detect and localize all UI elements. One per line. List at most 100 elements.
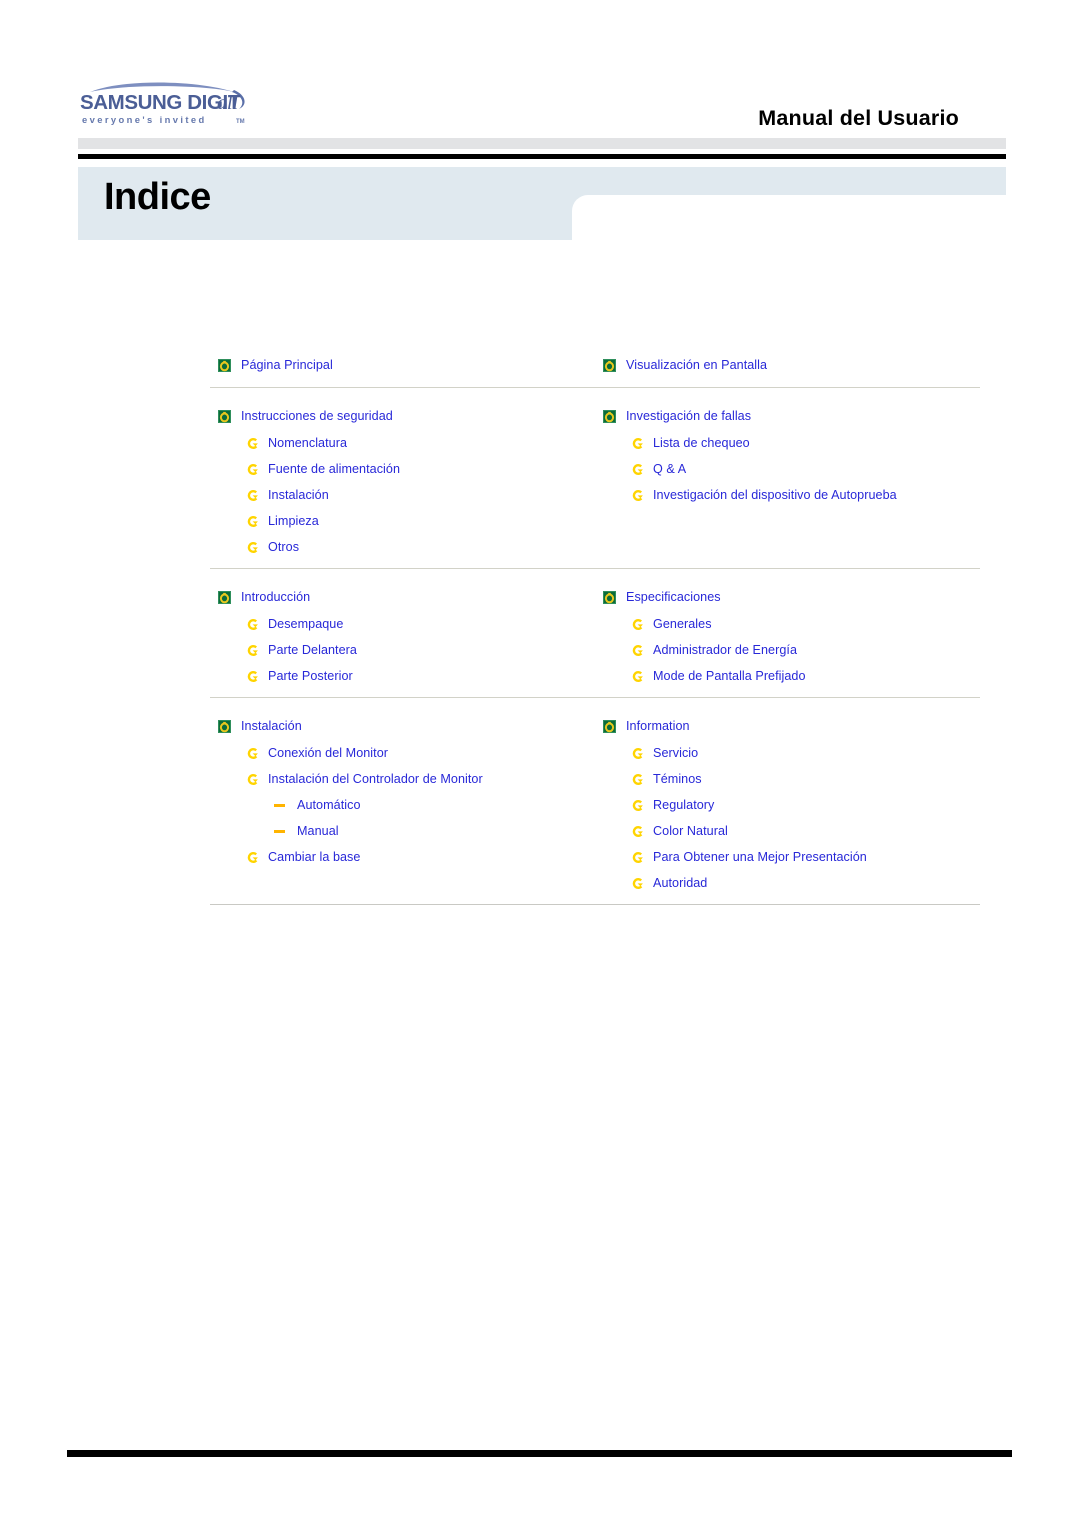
index-item-link[interactable]: Regulatory (595, 792, 980, 818)
index-item-link[interactable]: Téminos (595, 766, 980, 792)
gold-arrow-circle-icon (632, 437, 643, 449)
index-section-label: Information (626, 719, 690, 733)
index-item-label: Parte Posterior (268, 669, 353, 683)
index-column-right: Especificaciones Generales Administrador d… (595, 584, 980, 689)
gold-arrow-circle-icon (247, 541, 258, 553)
index-item-label: Manual (297, 824, 339, 838)
index-item-label: Administrador de Energía (653, 643, 798, 657)
gold-arrow-circle-icon (247, 618, 258, 630)
index-item-link[interactable]: Para Obtener una Mejor Presentación (595, 844, 980, 870)
index-section-label: Investigación de fallas (626, 409, 752, 423)
index-item-link[interactable]: Autoridad (595, 870, 980, 896)
index-item-label: Generales (653, 617, 712, 631)
header-black-rule (78, 154, 1006, 159)
index-item-link[interactable]: Desempaque (210, 611, 595, 637)
index-group: Instalación Conexión del Monitor Instalaci… (210, 698, 980, 905)
index-section-label: Instalación (241, 719, 302, 733)
index-column-left: Introducción Desempaque Parte Delantera Par… (210, 584, 595, 689)
svg-text:everyone's invited: everyone's invited (82, 114, 207, 125)
index-section-link[interactable]: Introducción (210, 584, 595, 610)
index-section-link[interactable]: Página Principal (210, 352, 595, 378)
index-column-right: Visualización en Pantalla (595, 352, 980, 379)
index-item-label: Cambiar la base (268, 850, 361, 864)
page-title-band: Indice (78, 167, 1006, 240)
green-square-ring-icon (218, 409, 231, 423)
gold-arrow-circle-icon (247, 489, 258, 501)
index-item-link[interactable]: Instalación del Controlador de Monitor (210, 766, 595, 792)
document-page: SAMSUNG DIGIT all everyone's invited TM … (0, 0, 1080, 1528)
logo-svg: SAMSUNG DIGIT all everyone's invited TM (80, 82, 245, 125)
index-item-link[interactable]: Nomenclatura (210, 430, 595, 456)
header-grey-band (78, 138, 1006, 149)
index-column-left: Página Principal (210, 352, 595, 379)
gold-arrow-circle-icon (247, 437, 258, 449)
index-item-link[interactable]: Cambiar la base (210, 844, 595, 870)
index-item-label: Automático (297, 798, 361, 812)
index-item-link[interactable]: Automático (210, 792, 595, 818)
index-item-link[interactable]: Otros (210, 534, 595, 560)
index-column-right: Information Servicio Téminos Regulatory Colo… (595, 713, 980, 896)
index-section-link[interactable]: Information (595, 713, 980, 739)
index-item-label: Fuente de alimentación (268, 462, 401, 476)
index-item-label: Otros (268, 540, 300, 554)
index-section-label: Introducción (241, 590, 311, 604)
index-section-label: Especificaciones (626, 590, 721, 604)
index-item-label: Investigación del dispositivo de Autopru… (653, 488, 897, 502)
footer-black-rule (67, 1450, 1012, 1457)
index-item-label: Limpieza (268, 514, 319, 528)
gold-arrow-circle-icon (632, 851, 643, 863)
index-section-link[interactable]: Visualización en Pantalla (595, 352, 980, 378)
gold-arrow-circle-icon (632, 489, 643, 501)
index-item-link[interactable]: Servicio (595, 740, 980, 766)
index-section-link[interactable]: Especificaciones (595, 584, 980, 610)
green-square-ring-icon (218, 358, 231, 372)
index-item-label: Parte Delantera (268, 643, 357, 657)
index-item-link[interactable]: Color Natural (595, 818, 980, 844)
tab-cutout-shape (572, 195, 1006, 240)
samsung-digitall-logo: SAMSUNG DIGIT all everyone's invited TM (74, 76, 254, 128)
index-item-link[interactable]: Manual (210, 818, 595, 844)
index-item-label: Instalación del Controlador de Monitor (268, 772, 483, 786)
green-square-ring-icon (218, 719, 231, 733)
index-item-link[interactable]: Fuente de alimentación (210, 456, 595, 482)
green-square-ring-icon (603, 409, 616, 423)
index-item-link[interactable]: Lista de chequeo (595, 430, 980, 456)
index-item-label: Autoridad (653, 876, 708, 890)
gold-arrow-circle-icon (632, 747, 643, 759)
gold-arrow-circle-icon (247, 747, 258, 759)
gold-arrow-circle-icon (247, 515, 258, 527)
index-item-link[interactable]: Q & A (595, 456, 980, 482)
index-item-link[interactable]: Conexión del Monitor (210, 740, 595, 766)
index-item-link[interactable]: Parte Posterior (210, 663, 595, 689)
index-item-label: Servicio (653, 746, 699, 760)
svg-text:all: all (217, 92, 239, 114)
gold-arrow-circle-icon (247, 773, 258, 785)
index-column-left: Instalación Conexión del Monitor Instalaci… (210, 713, 595, 896)
gold-arrow-circle-icon (632, 463, 643, 475)
index-item-link[interactable]: Administrador de Energía (595, 637, 980, 663)
gold-dash-icon (273, 825, 286, 838)
index-group: Instrucciones de seguridad Nomenclatura Fu… (210, 388, 980, 569)
index-item-label: Mode de Pantalla Prefijado (653, 669, 806, 683)
index-group: Página Principal Visualización en Pantall… (210, 352, 980, 388)
gold-arrow-circle-icon (247, 463, 258, 475)
index-item-link[interactable]: Parte Delantera (210, 637, 595, 663)
green-square-ring-icon (603, 719, 616, 733)
page-header: SAMSUNG DIGIT all everyone's invited TM … (0, 0, 1080, 160)
index-section-label: Visualización en Pantalla (626, 358, 768, 372)
index-item-label: Desempaque (268, 617, 344, 631)
index-item-link[interactable]: Instalación (210, 482, 595, 508)
index-item-label: Regulatory (653, 798, 715, 812)
gold-arrow-circle-icon (247, 644, 258, 656)
gold-arrow-circle-icon (632, 618, 643, 630)
index-section-link[interactable]: Instalación (210, 713, 595, 739)
index-item-link[interactable]: Investigación del dispositivo de Autopru… (595, 482, 980, 508)
index-section-link[interactable]: Investigación de fallas (595, 403, 980, 429)
index-item-link[interactable]: Mode de Pantalla Prefijado (595, 663, 980, 689)
gold-arrow-circle-icon (632, 644, 643, 656)
index-item-label: Nomenclatura (268, 436, 347, 450)
index-item-link[interactable]: Generales (595, 611, 980, 637)
gold-arrow-circle-icon (632, 773, 643, 785)
index-item-link[interactable]: Limpieza (210, 508, 595, 534)
index-section-link[interactable]: Instrucciones de seguridad (210, 403, 595, 429)
